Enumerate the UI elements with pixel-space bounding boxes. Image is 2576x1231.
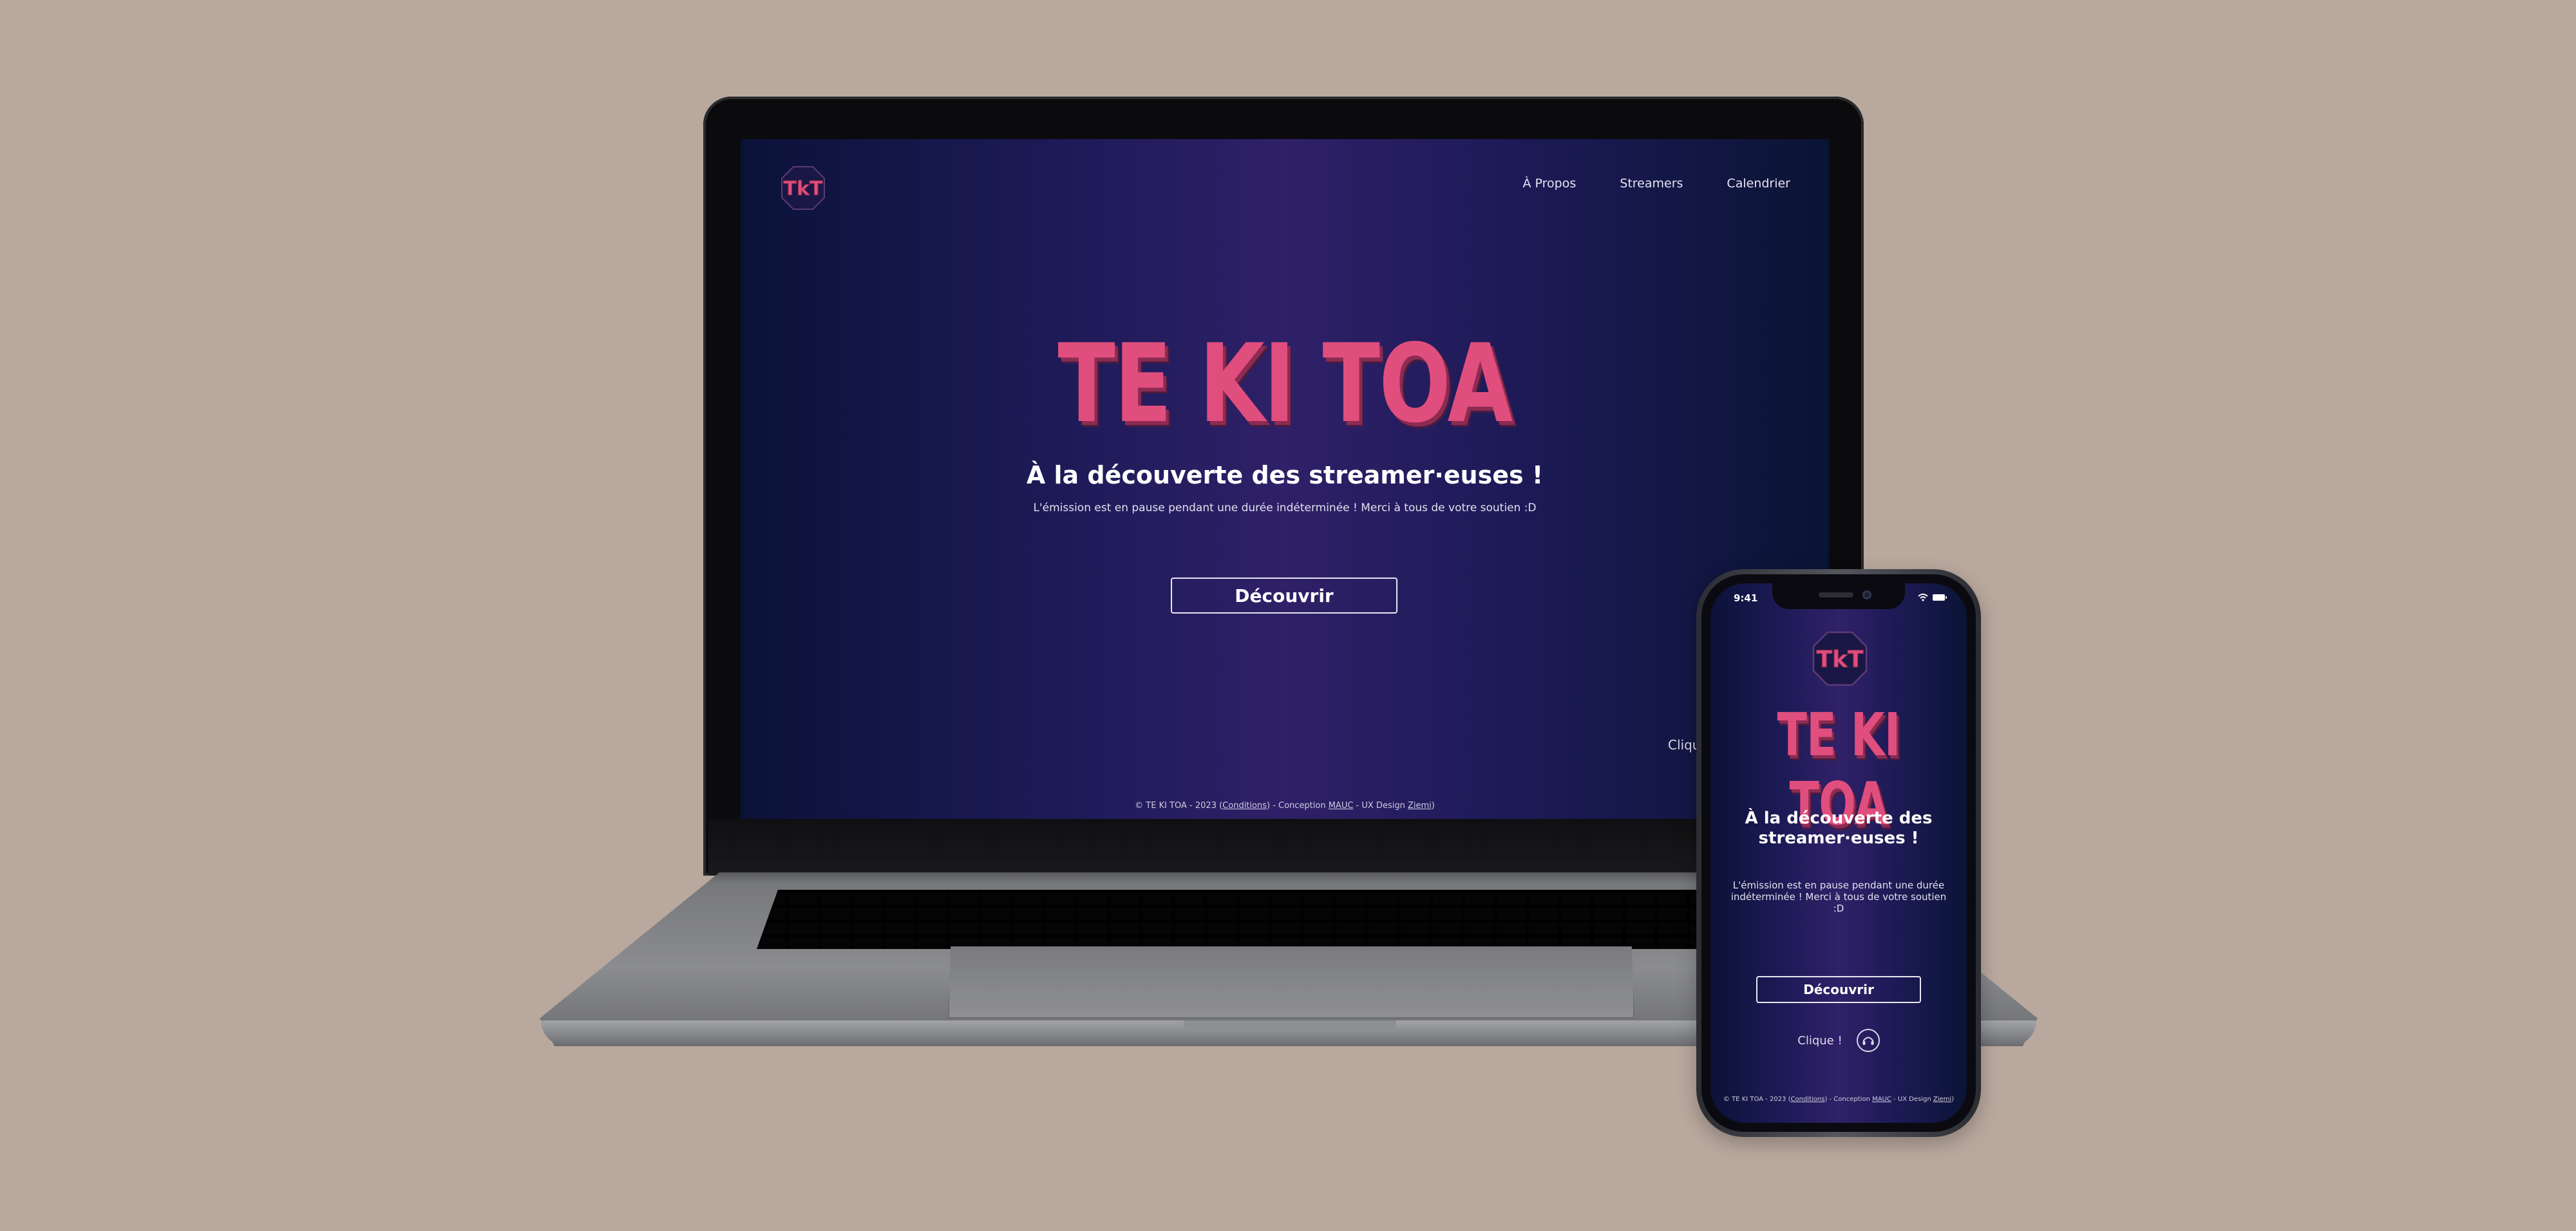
site-logo-icon[interactable]: TkT bbox=[1811, 630, 1869, 688]
pause-notice: L'émission est en pause pendant une duré… bbox=[1730, 879, 1947, 914]
footer-prefix: © TE KI TOA - 2023 ( bbox=[1135, 801, 1223, 811]
laptop-notch bbox=[1184, 1020, 1396, 1031]
footer-ux-prefix: - UX Design bbox=[1353, 801, 1408, 811]
hero-subtitle: À la découverte des streamer·euses ! bbox=[1026, 461, 1544, 489]
clique-link[interactable]: Cliqu bbox=[1668, 737, 1700, 753]
headphones-icon[interactable] bbox=[1856, 1029, 1880, 1052]
battery-icon bbox=[1932, 593, 1947, 605]
svg-text:TkT: TkT bbox=[784, 178, 823, 200]
footer-ux-designer-link[interactable]: Ziemi bbox=[1933, 1096, 1951, 1103]
footer-middle: ) - Conception bbox=[1824, 1096, 1873, 1103]
wifi-icon bbox=[1918, 593, 1928, 605]
phone-screen: 9:41 TkT TE KI TOA À la découverte des s… bbox=[1710, 583, 1967, 1123]
hero-subtitle: À la découverte des streamer·euses ! bbox=[1745, 809, 1933, 848]
discover-button[interactable]: Découvrir bbox=[1756, 976, 1921, 1003]
nav-link-a-propos[interactable]: À Propos bbox=[1523, 176, 1577, 191]
nav-link-streamers[interactable]: Streamers bbox=[1620, 176, 1683, 191]
footer-ux-designer-link[interactable]: Ziemi bbox=[1408, 801, 1432, 811]
footer-suffix: ) bbox=[1951, 1096, 1955, 1103]
laptop-keyboard bbox=[757, 890, 1819, 949]
status-time: 9:41 bbox=[1734, 592, 1758, 604]
footer-middle: ) - Conception bbox=[1266, 801, 1329, 811]
discover-button[interactable]: Découvrir bbox=[1171, 578, 1397, 614]
clique-label[interactable]: Clique ! bbox=[1797, 1034, 1842, 1048]
main-nav: À Propos Streamers Calendrier bbox=[1523, 176, 1791, 191]
speaker-grille bbox=[1819, 592, 1853, 597]
footer-conditions-link[interactable]: Conditions bbox=[1791, 1096, 1825, 1103]
footer-conditions-link[interactable]: Conditions bbox=[1222, 801, 1267, 811]
footer-designer-link[interactable]: MAUC bbox=[1329, 801, 1354, 811]
site-logo-icon[interactable]: TkT bbox=[780, 165, 826, 211]
pause-notice: L'émission est en pause pendant une duré… bbox=[1033, 502, 1537, 514]
phone-notch bbox=[1772, 583, 1905, 609]
site-footer: © TE KI TOA - 2023 (Conditions) - Concep… bbox=[741, 801, 1829, 811]
clique-row: Clique ! bbox=[1710, 1029, 1967, 1052]
site-footer: © TE KI TOA - 2023 (Conditions) - Concep… bbox=[1710, 1096, 1967, 1103]
footer-suffix: ) bbox=[1431, 801, 1435, 811]
footer-prefix: © TE KI TOA - 2023 ( bbox=[1723, 1096, 1791, 1103]
svg-text:TkT: TkT bbox=[1816, 646, 1863, 673]
hero-title: TE KI TOA bbox=[1057, 321, 1513, 447]
nav-link-calendrier[interactable]: Calendrier bbox=[1727, 176, 1790, 191]
laptop-lower-bezel bbox=[708, 819, 1859, 876]
footer-ux-prefix: - UX Design bbox=[1891, 1096, 1933, 1103]
front-camera bbox=[1862, 590, 1871, 599]
status-icons bbox=[1918, 593, 1947, 605]
laptop-screen: TkT À Propos Streamers Calendrier TE KI … bbox=[741, 139, 1829, 819]
footer-designer-link[interactable]: MAUC bbox=[1872, 1096, 1891, 1103]
laptop-trackpad bbox=[948, 946, 1634, 1019]
